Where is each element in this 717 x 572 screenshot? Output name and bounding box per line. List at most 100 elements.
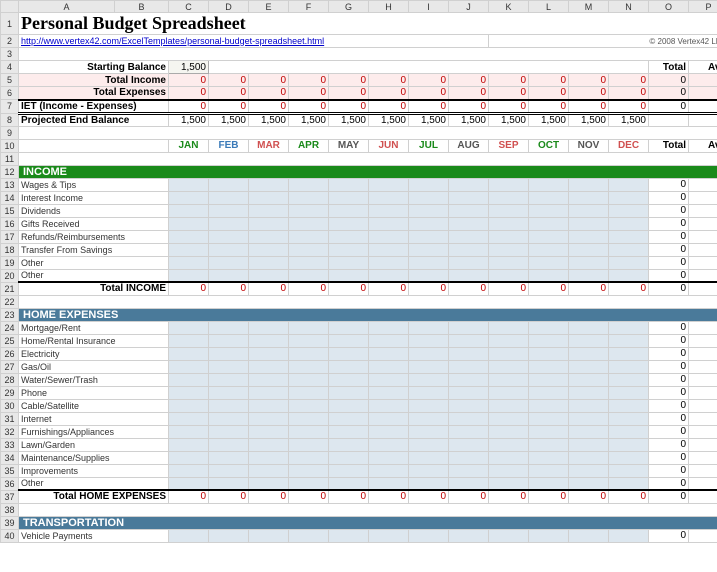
data-cell[interactable]	[529, 386, 569, 399]
col-D[interactable]: D	[209, 1, 249, 13]
data-cell[interactable]	[209, 269, 249, 282]
data-cell[interactable]	[249, 529, 289, 542]
data-cell[interactable]	[209, 425, 249, 438]
data-cell[interactable]	[209, 360, 249, 373]
data-cell[interactable]	[329, 438, 369, 451]
data-cell[interactable]	[369, 347, 409, 360]
data-cell[interactable]	[369, 217, 409, 230]
data-cell[interactable]	[489, 204, 529, 217]
data-cell[interactable]	[369, 256, 409, 269]
data-cell[interactable]	[209, 529, 249, 542]
col-J[interactable]: J	[449, 1, 489, 13]
data-cell[interactable]	[329, 412, 369, 425]
data-cell[interactable]	[489, 477, 529, 490]
data-cell[interactable]	[569, 373, 609, 386]
data-cell[interactable]	[329, 269, 369, 282]
col-E[interactable]: E	[249, 1, 289, 13]
data-cell[interactable]	[569, 191, 609, 204]
data-cell[interactable]	[489, 386, 529, 399]
data-cell[interactable]	[609, 360, 649, 373]
data-cell[interactable]	[529, 178, 569, 191]
data-cell[interactable]	[369, 399, 409, 412]
data-cell[interactable]	[369, 178, 409, 191]
data-cell[interactable]	[409, 360, 449, 373]
data-cell[interactable]	[609, 269, 649, 282]
data-cell[interactable]	[409, 425, 449, 438]
data-cell[interactable]	[489, 347, 529, 360]
spreadsheet-grid[interactable]: A B C D E F G H I J K L M N O P 1 Person…	[0, 0, 717, 543]
list-item[interactable]: Lawn/Garden	[19, 438, 169, 451]
data-cell[interactable]	[289, 204, 329, 217]
data-cell[interactable]	[609, 477, 649, 490]
data-cell[interactable]	[209, 334, 249, 347]
data-cell[interactable]	[289, 243, 329, 256]
col-O[interactable]: O	[649, 1, 689, 13]
list-item[interactable]: Cable/Satellite	[19, 399, 169, 412]
data-cell[interactable]	[249, 386, 289, 399]
data-cell[interactable]	[409, 334, 449, 347]
data-cell[interactable]	[409, 243, 449, 256]
data-cell[interactable]	[289, 191, 329, 204]
data-cell[interactable]	[449, 360, 489, 373]
data-cell[interactable]	[369, 464, 409, 477]
data-cell[interactable]	[529, 464, 569, 477]
data-cell[interactable]	[449, 438, 489, 451]
data-cell[interactable]	[329, 399, 369, 412]
data-cell[interactable]	[489, 230, 529, 243]
data-cell[interactable]	[409, 451, 449, 464]
data-cell[interactable]	[529, 243, 569, 256]
data-cell[interactable]	[489, 256, 529, 269]
data-cell[interactable]	[489, 373, 529, 386]
data-cell[interactable]	[489, 425, 529, 438]
data-cell[interactable]	[609, 204, 649, 217]
col-A[interactable]: A	[19, 1, 115, 13]
data-cell[interactable]	[329, 373, 369, 386]
data-cell[interactable]	[489, 360, 529, 373]
data-cell[interactable]	[209, 373, 249, 386]
data-cell[interactable]	[249, 451, 289, 464]
data-cell[interactable]	[289, 178, 329, 191]
data-cell[interactable]	[169, 230, 209, 243]
data-cell[interactable]	[329, 230, 369, 243]
data-cell[interactable]	[529, 438, 569, 451]
data-cell[interactable]	[609, 529, 649, 542]
col-P[interactable]: P	[689, 1, 717, 13]
data-cell[interactable]	[249, 412, 289, 425]
data-cell[interactable]	[409, 438, 449, 451]
data-cell[interactable]	[369, 477, 409, 490]
data-cell[interactable]	[409, 412, 449, 425]
data-cell[interactable]	[289, 373, 329, 386]
data-cell[interactable]	[569, 230, 609, 243]
data-cell[interactable]	[609, 451, 649, 464]
data-cell[interactable]	[369, 230, 409, 243]
starting-balance-input[interactable]: 1,500	[169, 61, 209, 74]
data-cell[interactable]	[289, 451, 329, 464]
data-cell[interactable]	[169, 451, 209, 464]
data-cell[interactable]	[569, 178, 609, 191]
data-cell[interactable]	[449, 321, 489, 334]
data-cell[interactable]	[169, 347, 209, 360]
data-cell[interactable]	[369, 269, 409, 282]
col-C[interactable]: C	[169, 1, 209, 13]
data-cell[interactable]	[169, 438, 209, 451]
data-cell[interactable]	[289, 217, 329, 230]
col-G[interactable]: G	[329, 1, 369, 13]
data-cell[interactable]	[289, 321, 329, 334]
data-cell[interactable]	[249, 464, 289, 477]
data-cell[interactable]	[449, 451, 489, 464]
data-cell[interactable]	[449, 243, 489, 256]
data-cell[interactable]	[609, 256, 649, 269]
data-cell[interactable]	[529, 529, 569, 542]
data-cell[interactable]	[449, 412, 489, 425]
data-cell[interactable]	[609, 230, 649, 243]
data-cell[interactable]	[169, 360, 209, 373]
data-cell[interactable]	[249, 204, 289, 217]
list-item[interactable]: Refunds/Reimbursements	[19, 230, 169, 243]
data-cell[interactable]	[409, 191, 449, 204]
data-cell[interactable]	[409, 399, 449, 412]
data-cell[interactable]	[249, 399, 289, 412]
data-cell[interactable]	[569, 217, 609, 230]
data-cell[interactable]	[329, 321, 369, 334]
list-item[interactable]: Gifts Received	[19, 217, 169, 230]
data-cell[interactable]	[489, 321, 529, 334]
